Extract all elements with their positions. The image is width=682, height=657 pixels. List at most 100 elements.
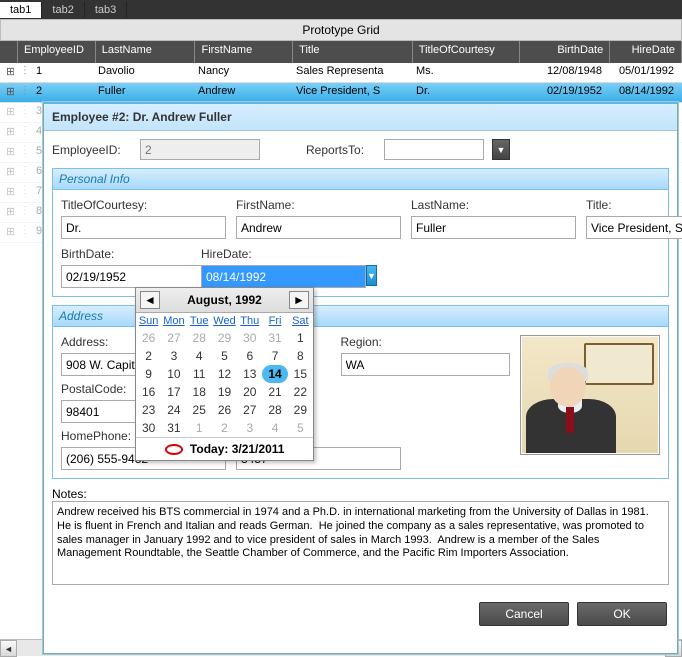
calendar-day-header: Thu	[237, 313, 262, 329]
calendar-day[interactable]: 11	[187, 365, 212, 383]
calendar-day[interactable]: 23	[136, 401, 161, 419]
calendar-day[interactable]: 10	[161, 365, 186, 383]
reportsto-label: ReportsTo:	[306, 143, 376, 157]
calendar-day[interactable]: 1	[187, 419, 212, 437]
dialog-title: Employee #2: Dr. Andrew Fuller	[44, 104, 677, 131]
calendar-day[interactable]: 15	[288, 365, 313, 383]
calendar-day[interactable]: 5	[212, 347, 237, 365]
firstname-field[interactable]	[236, 216, 401, 239]
tree-icon: ⋮≡	[14, 83, 30, 102]
calendar-day[interactable]: 2	[212, 419, 237, 437]
calendar-day[interactable]: 3	[237, 419, 262, 437]
expand-icon[interactable]: ⊞	[0, 183, 14, 202]
notes-label: Notes:	[52, 487, 87, 501]
reportsto-field[interactable]	[384, 139, 484, 160]
calendar-day[interactable]: 7	[262, 347, 287, 365]
calendar-day[interactable]: 4	[187, 347, 212, 365]
expand-icon[interactable]: ⊞	[0, 223, 14, 242]
calendar-next-icon[interactable]: ►	[289, 291, 309, 309]
calendar-day[interactable]: 29	[212, 329, 237, 347]
col-titleofcourtesy[interactable]: TitleOfCourtesy	[413, 41, 521, 63]
calendar-day[interactable]: 16	[136, 383, 161, 401]
calendar-day[interactable]: 4	[262, 419, 287, 437]
scroll-left-icon[interactable]: ◄	[0, 640, 17, 657]
personal-info-header: Personal Info	[53, 169, 668, 190]
grid-title: Prototype Grid	[0, 19, 682, 41]
calendar-day[interactable]: 12	[212, 365, 237, 383]
cancel-button[interactable]: Cancel	[479, 602, 569, 626]
table-row[interactable]: ⊞⋮≡2FullerAndrewVice President, SDr.02/1…	[0, 83, 682, 103]
calendar-day[interactable]: 19	[212, 383, 237, 401]
table-row[interactable]: ⊞⋮≡1DavolioNancySales RepresentaMs.12/08…	[0, 63, 682, 83]
tab-tab2[interactable]: tab2	[42, 2, 84, 18]
tab-tab1[interactable]: tab1	[0, 2, 42, 18]
calendar-day-header: Sat	[288, 313, 313, 329]
col-hiredate[interactable]: HireDate	[610, 41, 682, 63]
col-birthdate[interactable]: BirthDate	[520, 41, 610, 63]
calendar-day[interactable]: 5	[288, 419, 313, 437]
tree-icon: ⋮≡	[14, 123, 30, 142]
calendar-day[interactable]: 17	[161, 383, 186, 401]
calendar-title[interactable]: August, 1992	[187, 293, 262, 307]
calendar-day[interactable]: 22	[288, 383, 313, 401]
ok-button[interactable]: OK	[577, 602, 667, 626]
calendar-prev-icon[interactable]: ◄	[140, 291, 160, 309]
lastname-field[interactable]	[411, 216, 576, 239]
lastname-label: LastName:	[411, 198, 576, 212]
expand-icon[interactable]: ⊞	[0, 143, 14, 162]
calendar-day[interactable]: 28	[262, 401, 287, 419]
expand-icon[interactable]: ⊞	[0, 63, 14, 82]
calendar-day[interactable]: 13	[237, 365, 262, 383]
calendar-day[interactable]: 27	[237, 401, 262, 419]
title-field[interactable]	[586, 216, 682, 239]
calendar-day[interactable]: 26	[212, 401, 237, 419]
calendar-grid: SunMonTueWedThuFriSat2627282930311234567…	[136, 313, 313, 437]
tab-tab3[interactable]: tab3	[85, 2, 127, 18]
col-lastname[interactable]: LastName	[96, 41, 196, 63]
calendar-day[interactable]: 25	[187, 401, 212, 419]
notes-field[interactable]	[52, 501, 669, 585]
col-employeeid[interactable]: EmployeeID	[18, 41, 96, 63]
calendar-day[interactable]: 31	[262, 329, 287, 347]
region-label: Region:	[341, 335, 511, 349]
calendar-day[interactable]: 14	[262, 365, 287, 383]
expand-icon[interactable]: ⊞	[0, 83, 14, 102]
calendar-day[interactable]: 30	[136, 419, 161, 437]
calendar-day[interactable]: 20	[237, 383, 262, 401]
calendar-day[interactable]: 31	[161, 419, 186, 437]
tree-icon: ⋮≡	[14, 143, 30, 162]
calendar-day[interactable]: 18	[187, 383, 212, 401]
calendar-day[interactable]: 6	[237, 347, 262, 365]
expand-icon[interactable]: ⊞	[0, 163, 14, 182]
calendar-day[interactable]: 27	[161, 329, 186, 347]
calendar-day[interactable]: 2	[136, 347, 161, 365]
region-field[interactable]	[341, 353, 511, 376]
calendar-day[interactable]: 24	[161, 401, 186, 419]
reportsto-dropdown-icon[interactable]: ▼	[492, 139, 510, 160]
calendar-day-header: Mon	[161, 313, 186, 329]
expand-icon[interactable]: ⊞	[0, 123, 14, 142]
today-marker-icon	[165, 444, 183, 455]
calendar-today-link[interactable]: Today: 3/21/2011	[136, 437, 313, 460]
calendar-day[interactable]: 26	[136, 329, 161, 347]
expand-icon[interactable]: ⊞	[0, 103, 14, 122]
col-firstname[interactable]: FirstName	[195, 41, 293, 63]
tree-icon: ⋮≡	[14, 203, 30, 222]
calendar-day[interactable]: 30	[237, 329, 262, 347]
expand-icon[interactable]: ⊞	[0, 203, 14, 222]
grid-header: EmployeeID LastName FirstName Title Titl…	[0, 41, 682, 63]
calendar-day[interactable]: 8	[288, 347, 313, 365]
calendar-day[interactable]: 21	[262, 383, 287, 401]
calendar-day[interactable]: 1	[288, 329, 313, 347]
birthdate-label: BirthDate:	[61, 247, 191, 261]
calendar-day[interactable]: 9	[136, 365, 161, 383]
personal-info-section: Personal Info TitleOfCourtesy: FirstName…	[52, 168, 669, 297]
calendar-day[interactable]: 3	[161, 347, 186, 365]
tree-icon: ⋮≡	[14, 183, 30, 202]
tree-icon: ⋮≡	[14, 103, 30, 122]
toc-field[interactable]	[61, 216, 226, 239]
calendar-day[interactable]: 28	[187, 329, 212, 347]
calendar-day[interactable]: 29	[288, 401, 313, 419]
col-title[interactable]: Title	[293, 41, 413, 63]
calendar-day-header: Sun	[136, 313, 161, 329]
